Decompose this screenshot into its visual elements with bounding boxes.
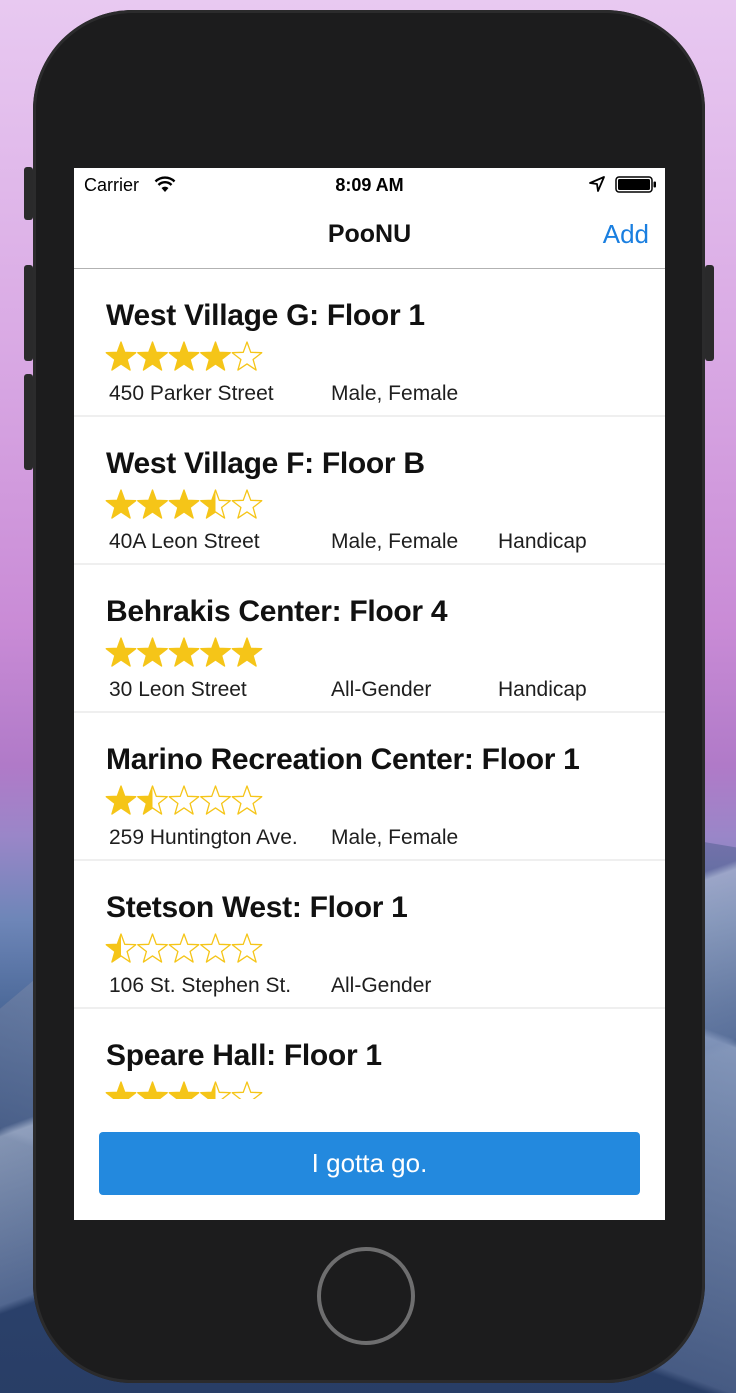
star-icon	[231, 637, 263, 667]
home-button[interactable]	[317, 1247, 415, 1345]
bathroom-gender: All-Gender	[331, 974, 432, 997]
star-icon	[137, 489, 168, 519]
star-rating	[105, 489, 263, 519]
bathroom-gender: Male, Female	[331, 382, 459, 405]
volume-up-button	[24, 265, 33, 361]
navigation-bar: PooNU Add	[74, 202, 665, 269]
star-icon	[231, 489, 263, 519]
add-button[interactable]: Add	[603, 219, 649, 250]
location-icon	[589, 176, 605, 192]
star-icon	[168, 489, 200, 519]
list-item[interactable]: Stetson West: Floor 1 106 St. Stephen St…	[74, 861, 665, 1009]
volume-down-button	[24, 374, 33, 470]
star-icon	[200, 785, 231, 815]
star-icon	[168, 1081, 200, 1099]
bathroom-title: West Village F: Floor B	[106, 447, 425, 480]
star-icon	[137, 933, 168, 963]
star-rating	[105, 341, 263, 371]
star-icon	[200, 933, 231, 963]
bathroom-title: West Village G: Floor 1	[106, 299, 425, 332]
list-item[interactable]: Behrakis Center: Floor 4 30 Leon Street …	[74, 565, 665, 713]
star-icon	[200, 341, 231, 371]
bathroom-address: 40A Leon Street	[109, 530, 260, 553]
app-screen: Carrier 8:09 AM PooNU Add West Village G…	[74, 168, 665, 1220]
bathroom-gender: Male, Female	[331, 826, 459, 849]
list-item[interactable]: Speare Hall: Floor 1	[74, 1009, 665, 1099]
star-rating	[105, 1081, 263, 1099]
bathroom-address: 30 Leon Street	[109, 678, 247, 701]
bathroom-gender: All-Gender	[331, 678, 432, 701]
star-icon	[200, 637, 231, 667]
list-item[interactable]: West Village G: Floor 1 450 Parker Stree…	[74, 269, 665, 417]
star-icon	[137, 341, 168, 371]
page-title: PooNU	[327, 220, 412, 248]
star-icon	[105, 933, 137, 963]
star-icon	[105, 341, 137, 371]
bathroom-title: Stetson West: Floor 1	[106, 891, 408, 924]
star-icon	[231, 341, 263, 371]
star-icon	[137, 785, 168, 815]
star-icon	[105, 785, 137, 815]
power-button	[705, 265, 714, 361]
star-icon	[168, 637, 200, 667]
star-icon	[231, 785, 263, 815]
star-icon	[168, 341, 200, 371]
star-icon	[105, 1081, 137, 1099]
bathroom-accessibility: Handicap	[498, 530, 587, 553]
bathroom-address: 450 Parker Street	[109, 382, 274, 405]
star-icon	[137, 637, 168, 667]
bathroom-address: 259 Huntington Ave.	[109, 826, 298, 849]
star-icon	[231, 933, 263, 963]
star-rating	[105, 637, 263, 667]
bathroom-list[interactable]: West Village G: Floor 1 450 Parker Stree…	[74, 269, 665, 1099]
star-icon	[137, 1081, 168, 1099]
bathroom-title: Speare Hall: Floor 1	[106, 1039, 382, 1072]
star-icon	[168, 933, 200, 963]
bathroom-gender: Male, Female	[331, 530, 459, 553]
bathroom-address: 106 St. Stephen St.	[109, 974, 292, 997]
star-icon	[105, 489, 137, 519]
star-icon	[105, 637, 137, 667]
i-gotta-go-button[interactable]: I gotta go.	[99, 1132, 640, 1195]
star-icon	[168, 785, 200, 815]
star-rating	[105, 785, 263, 815]
bathroom-accessibility: Handicap	[498, 678, 587, 701]
bathroom-title: Marino Recreation Center: Floor 1	[106, 743, 580, 776]
status-time: 8:09 AM	[335, 175, 404, 195]
star-icon	[231, 1081, 263, 1099]
mute-switch	[24, 167, 33, 220]
star-rating	[105, 933, 263, 963]
battery-icon	[615, 176, 656, 193]
bathroom-title: Behrakis Center: Floor 4	[106, 595, 448, 628]
status-bar: Carrier 8:09 AM	[74, 168, 665, 202]
list-item[interactable]: West Village F: Floor B 40A Leon Street …	[74, 417, 665, 565]
star-icon	[200, 489, 231, 519]
list-item[interactable]: Marino Recreation Center: Floor 1 259 Hu…	[74, 713, 665, 861]
star-icon	[200, 1081, 231, 1099]
